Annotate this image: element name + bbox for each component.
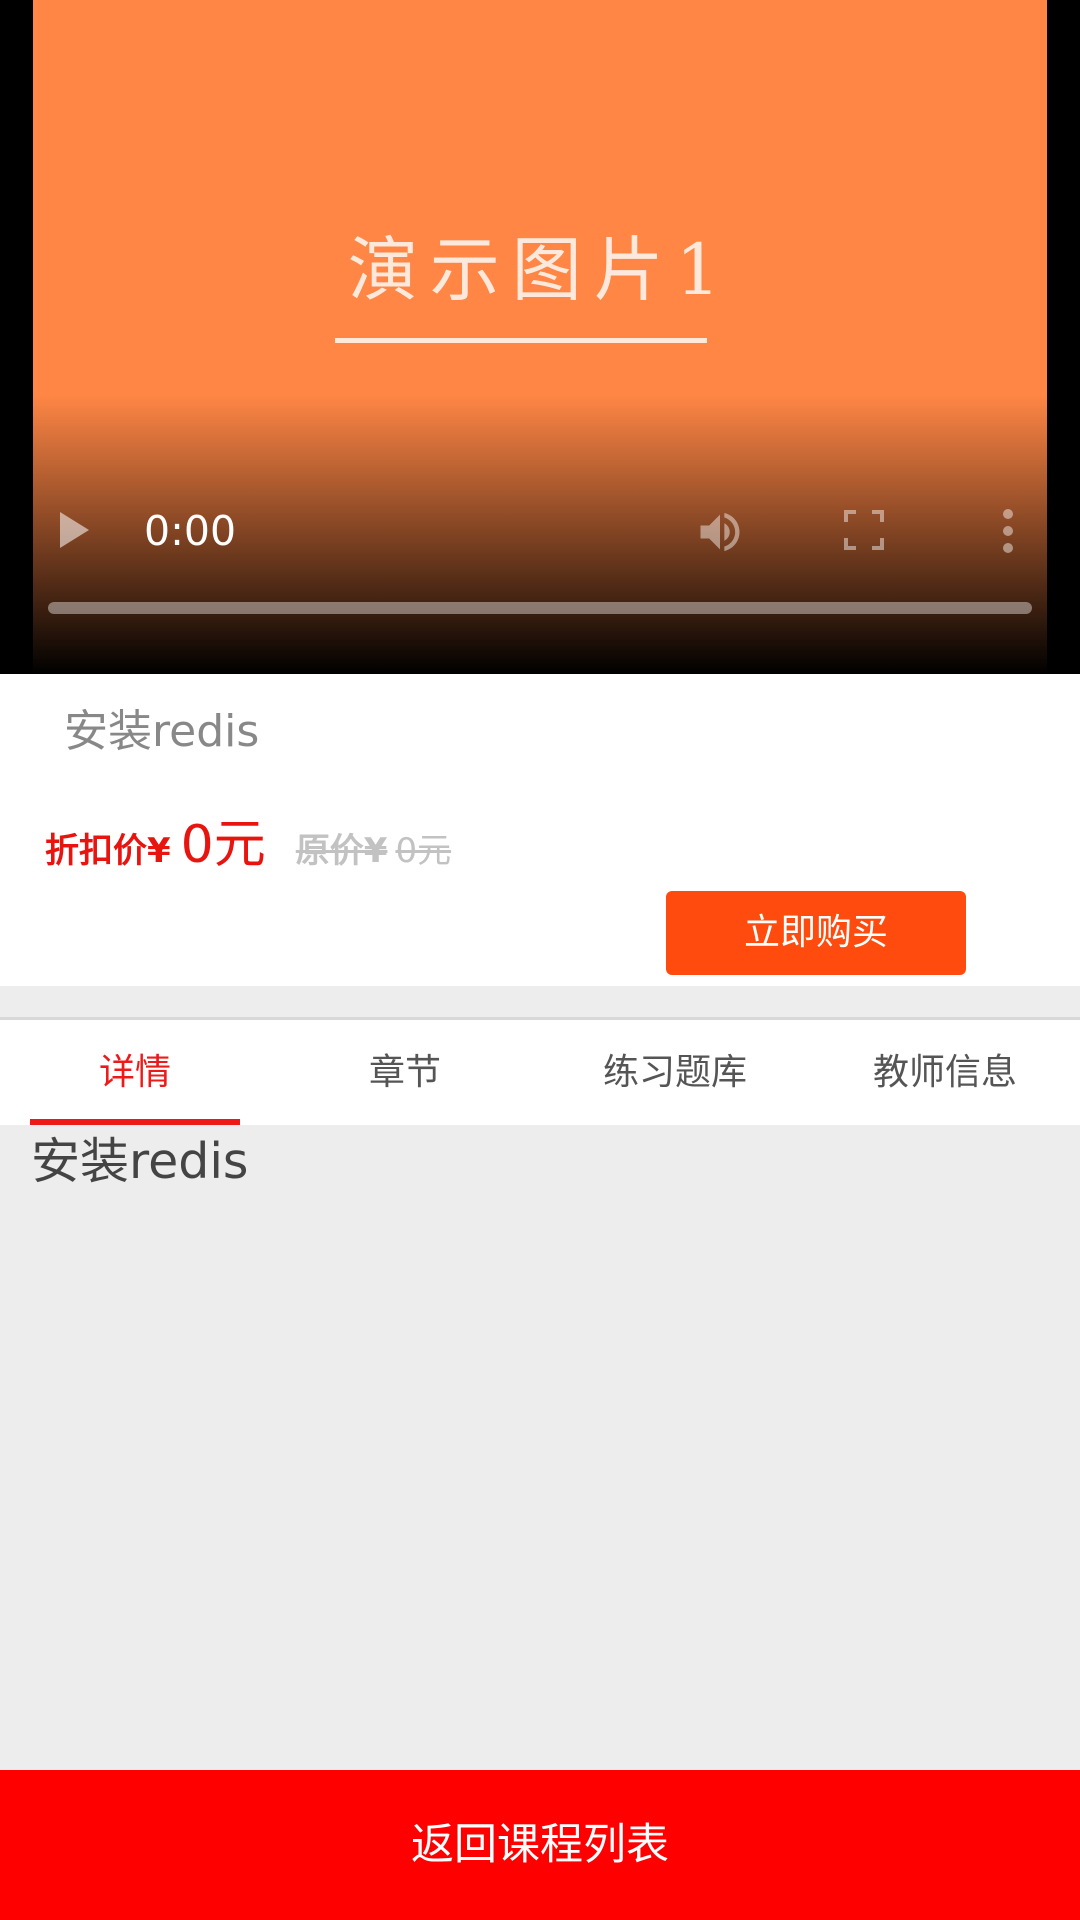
poster-underline xyxy=(335,338,707,343)
course-info: 安装redis 折扣价¥ 0元 原价¥ 0元 立即购买 xyxy=(0,674,1080,986)
buy-now-button[interactable]: 立即购买 xyxy=(666,891,966,975)
back-to-course-list-button[interactable]: 返回课程列表 xyxy=(0,1770,1080,1920)
video-player[interactable]: 演示图片1 0:00 xyxy=(0,0,1080,674)
discount-price-value: 0元 xyxy=(180,815,266,875)
more-vertical-icon[interactable] xyxy=(997,508,1019,554)
tab-chapters[interactable]: 章节 xyxy=(270,1020,540,1125)
tab-label: 教师信息 xyxy=(872,1052,1017,1093)
volume-icon[interactable] xyxy=(694,506,746,558)
tab-bar: 详情 章节 练习题库 教师信息 xyxy=(0,1020,1080,1125)
tab-teacher-info[interactable]: 教师信息 xyxy=(810,1020,1080,1125)
course-title: 安装redis xyxy=(64,706,260,757)
poster-title: 演示图片1 xyxy=(347,229,733,311)
tab-question-bank[interactable]: 练习题库 xyxy=(540,1020,810,1125)
discount-price-label: 折扣价¥ xyxy=(45,831,171,871)
original-price-value: 0元 xyxy=(395,831,452,871)
active-tab-indicator xyxy=(30,1119,240,1125)
tab-label: 练习题库 xyxy=(602,1052,747,1093)
play-icon[interactable] xyxy=(60,512,89,548)
original-price-label: 原价¥ xyxy=(295,831,388,871)
tab-label: 详情 xyxy=(98,1052,171,1093)
fullscreen-icon[interactable] xyxy=(844,510,884,550)
progress-bar[interactable] xyxy=(48,602,1032,614)
current-time: 0:00 xyxy=(144,507,237,555)
tab-label: 章节 xyxy=(368,1052,441,1093)
price-row: 折扣价¥ 0元 原价¥ 0元 xyxy=(45,802,451,882)
detail-content: 安装redis xyxy=(31,1133,249,1190)
tab-details[interactable]: 详情 xyxy=(0,1020,270,1125)
